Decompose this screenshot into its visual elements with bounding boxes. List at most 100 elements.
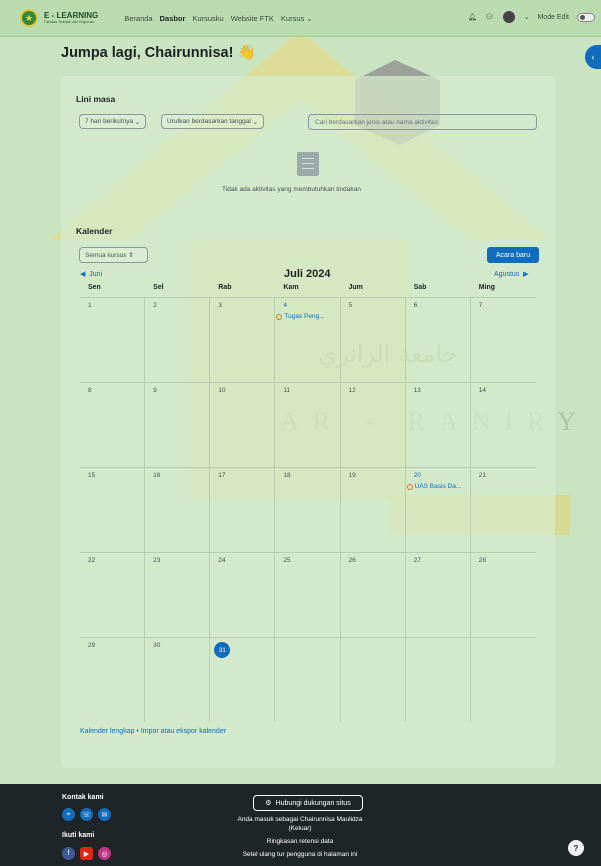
- calendar-week-row: 15 16 17 18 19 20 UAS Basis Da... 21: [80, 467, 536, 552]
- calendar-day-cell[interactable]: 2: [145, 298, 211, 382]
- day-number: 23: [153, 557, 161, 564]
- reset-tour-link[interactable]: Setel ulang tur pengguna di halaman ini: [200, 851, 400, 858]
- calendar-week-row: 22 23 24 25 26 27 28: [80, 552, 536, 637]
- day-number: 5: [348, 302, 353, 309]
- calendar-day-cell[interactable]: 26: [341, 553, 406, 637]
- nav-kursus-dropdown[interactable]: Kursus ⌄: [281, 14, 313, 23]
- calendar-day-cell: [406, 638, 471, 722]
- weekday-header: Kam: [283, 284, 299, 291]
- instagram-icon[interactable]: ◎: [98, 847, 111, 860]
- nav-website-ftk[interactable]: Website FTK: [231, 14, 274, 23]
- calendar-day-cell: [471, 638, 536, 722]
- calendar-day-cell[interactable]: 31: [210, 638, 276, 722]
- event-marker-icon: [276, 313, 283, 320]
- bell-icon[interactable]: 🔔︎: [468, 13, 477, 21]
- calendar-day-cell[interactable]: 25: [275, 553, 341, 637]
- timeline-heading: Lini masa: [76, 94, 116, 104]
- chevron-left-icon: ‹: [591, 52, 595, 62]
- empty-activity-icon: [297, 152, 319, 176]
- youtube-icon[interactable]: ▶: [80, 847, 93, 860]
- calendar-day-cell[interactable]: 23: [145, 553, 211, 637]
- calendar-day-cell[interactable]: 8: [80, 383, 146, 467]
- calendar-day-cell[interactable]: 19: [341, 468, 406, 552]
- calendar-day-cell[interactable]: 15: [80, 468, 146, 552]
- calendar-day-cell[interactable]: 16: [145, 468, 211, 552]
- calendar-day-cell[interactable]: 12: [341, 383, 406, 467]
- day-number: 3: [218, 302, 222, 309]
- day-number: 17: [218, 472, 226, 479]
- calendar-day-cell[interactable]: 4 Tugas Peng...: [275, 298, 341, 382]
- email-icon[interactable]: ✉: [98, 808, 111, 821]
- event-title: Tugas Peng...: [284, 313, 325, 320]
- contact-support-button[interactable]: ⚙ Hubungi dukungan situs: [253, 795, 363, 811]
- calendar-day-cell[interactable]: 20 UAS Basis Da...: [406, 468, 471, 552]
- logo-subtitle: Fakultas Tarbiyah dan Keguruan: [44, 19, 95, 24]
- day-number: 6: [413, 302, 418, 309]
- calendar-day-cell[interactable]: 1: [80, 298, 146, 382]
- nav-kursusku[interactable]: Kursusku: [192, 14, 223, 23]
- timeline-search-input[interactable]: Cari berdasarkan jenis atau nama aktivit…: [308, 114, 537, 130]
- calendar-day-cell[interactable]: 13: [406, 383, 471, 467]
- calendar-day-cell[interactable]: 18: [275, 468, 341, 552]
- calendar-day-cell[interactable]: 11: [275, 383, 341, 467]
- nav-beranda[interactable]: Beranda: [124, 14, 152, 23]
- new-event-button[interactable]: Acara baru: [487, 247, 539, 263]
- calendar-day-cell[interactable]: 7: [471, 298, 536, 382]
- calendar-day-cell[interactable]: 10: [210, 383, 276, 467]
- calendar-day-cell[interactable]: 5: [341, 298, 406, 382]
- calendar-event[interactable]: Tugas Peng...: [276, 313, 339, 320]
- top-navbar: ★ E - LEARNING Fakultas Tarbiyah dan Keg…: [0, 0, 601, 37]
- facebook-icon[interactable]: f: [62, 847, 75, 860]
- calendar-grid: Sen Sel Rab Kam Jum Sab Ming 1 2 3 4 Tugas Peng...…: [80, 284, 536, 722]
- day-number: 11: [283, 387, 291, 394]
- calendar-day-cell[interactable]: 30: [145, 638, 211, 722]
- calendar-event[interactable]: UAS Basis Da...: [406, 483, 470, 490]
- chevron-down-icon[interactable]: ⌄: [524, 13, 530, 21]
- calendar-footer-links[interactable]: Kalender lengkap • Impor atau ekspor kal…: [80, 728, 226, 735]
- page-title: Jumpa lagi, Chairunnisa! 👋: [61, 45, 256, 61]
- calendar-day-cell: [341, 638, 406, 722]
- site-logo[interactable]: ★ E - LEARNING Fakultas Tarbiyah dan Keg…: [20, 9, 98, 27]
- timeline-sort-select[interactable]: Urutkan berdasarkan tanggal ⌄: [161, 114, 265, 129]
- logo-title: E - LEARNING: [44, 10, 99, 20]
- day-number: 7: [478, 302, 483, 309]
- calendar-day-cell[interactable]: 14: [471, 383, 536, 467]
- phone-icon[interactable]: ☏: [80, 808, 93, 821]
- day-number: 18: [283, 472, 291, 479]
- calendar-day-cell[interactable]: 28: [471, 553, 536, 637]
- calendar-day-cell[interactable]: 9: [145, 383, 211, 467]
- day-number: 13: [413, 387, 421, 394]
- day-number: 29: [88, 642, 96, 649]
- calendar-day-cell[interactable]: 3: [210, 298, 276, 382]
- avatar[interactable]: [501, 10, 516, 24]
- calendar-day-cell[interactable]: 21: [471, 468, 536, 552]
- next-month-link[interactable]: Agustus ▶: [494, 270, 529, 278]
- data-retention-link[interactable]: Ringkasan retensi data: [200, 838, 400, 845]
- prev-month-link[interactable]: ◀ Juni: [80, 270, 102, 278]
- course-filter-select[interactable]: Semua kursus ⇕: [79, 247, 148, 263]
- day-number: 8: [88, 387, 92, 394]
- calendar-day-cell[interactable]: 29: [80, 638, 146, 722]
- edit-mode-toggle[interactable]: [577, 12, 595, 22]
- event-marker-icon: [406, 483, 413, 490]
- weekday-header: Ming: [478, 284, 496, 291]
- chat-icon[interactable]: 💬︎: [485, 13, 494, 21]
- calendar-day-cell[interactable]: 17: [210, 468, 276, 552]
- day-number: 26: [348, 557, 356, 564]
- day-number: 19: [348, 472, 356, 479]
- timeline-empty-text: Tidak ada aktivitas yang membutuhkan tin…: [222, 186, 361, 193]
- location-icon[interactable]: ⌖: [62, 808, 75, 821]
- day-number: 22: [88, 557, 96, 564]
- day-number: 21: [478, 472, 486, 479]
- calendar-day-cell[interactable]: 27: [406, 553, 471, 637]
- nav-dasbor[interactable]: Dasbor: [160, 14, 186, 23]
- page-footer: Kontak kami ⌖ ☏ ✉ Ikuti kami f ▶ ◎ ⚙ Hubu…: [0, 784, 601, 866]
- calendar-day-cell[interactable]: 24: [210, 553, 276, 637]
- calendar-day-cell[interactable]: 6: [406, 298, 471, 382]
- help-button[interactable]: ?: [568, 840, 584, 856]
- day-number: 14: [478, 387, 486, 394]
- timeline-range-select[interactable]: 7 hari berikutnya ⌄: [79, 114, 147, 129]
- calendar-day-cell[interactable]: 22: [80, 553, 146, 637]
- open-drawer-button[interactable]: ‹: [585, 45, 601, 69]
- logout-link[interactable]: (Keluar): [200, 825, 400, 832]
